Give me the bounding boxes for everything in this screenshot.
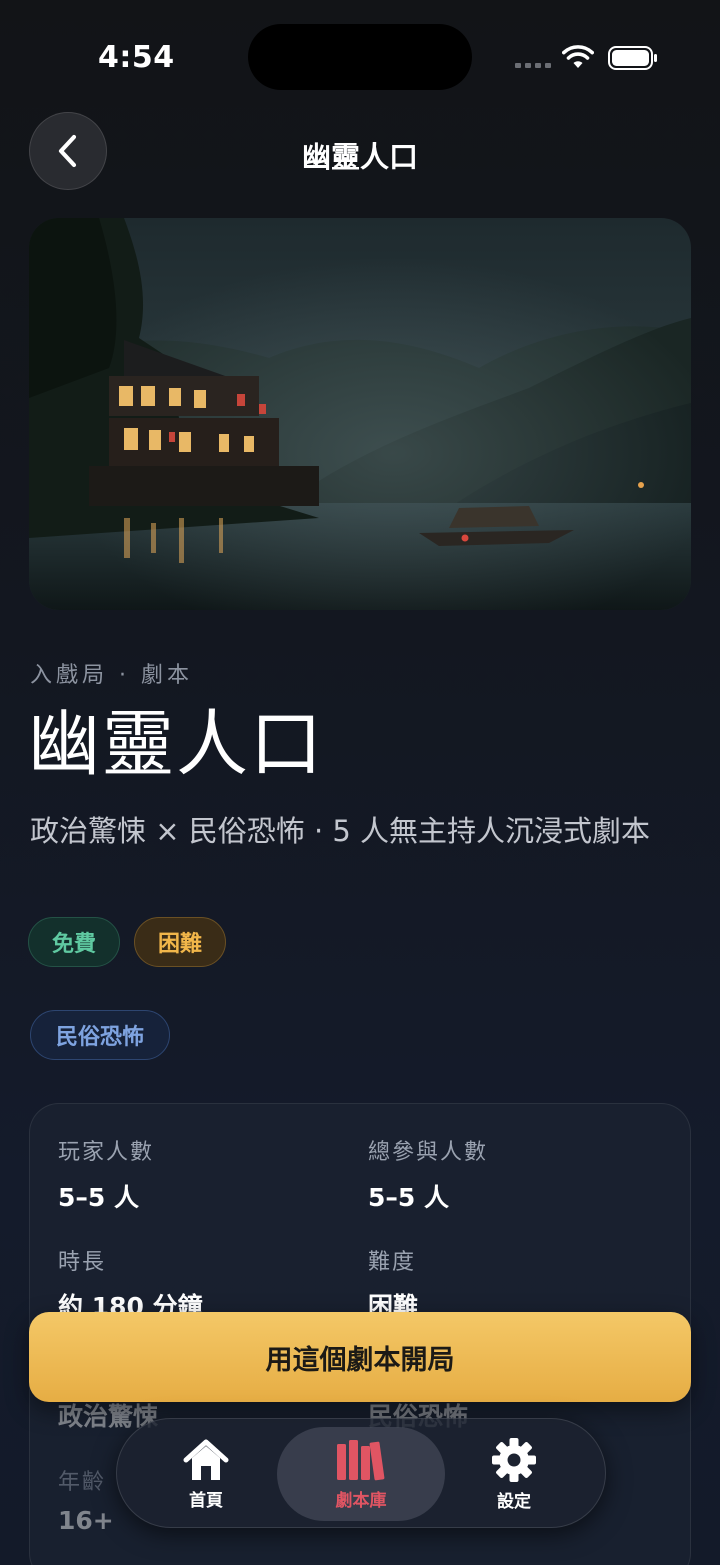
participants-value: 5–5 人 xyxy=(368,1183,449,1212)
script-cover-image xyxy=(29,218,691,610)
dynamic-island xyxy=(248,24,472,90)
tab-home-label: 首頁 xyxy=(189,1490,223,1511)
tab-home[interactable]: 首頁 xyxy=(161,1419,251,1529)
tab-bar: 首頁 劇本庫 設定 xyxy=(116,1418,606,1528)
cellular-signal-icon xyxy=(515,63,551,68)
battery-icon xyxy=(608,46,657,70)
tab-library-label: 劇本庫 xyxy=(335,1490,387,1511)
header-title: 幽靈人口 xyxy=(301,140,418,174)
breadcrumb-meta: 入戲局 · 劇本 xyxy=(30,663,193,688)
players-value: 5–5 人 xyxy=(58,1183,139,1212)
tab-settings-label: 設定 xyxy=(497,1491,531,1512)
tab-library[interactable]: 劇本庫 xyxy=(277,1427,445,1521)
books-icon xyxy=(337,1439,385,1480)
difficulty-label: 難度 xyxy=(368,1250,417,1275)
tab-settings[interactable]: 設定 xyxy=(469,1419,559,1529)
price-badge: 免費 xyxy=(28,917,120,967)
difficulty-badge: 困難 xyxy=(134,917,226,967)
status-time: 4:54 xyxy=(98,40,175,75)
players-label: 玩家人數 xyxy=(58,1140,155,1165)
script-title: 幽靈人口 xyxy=(28,702,325,786)
age-value: 16+ xyxy=(58,1506,114,1535)
home-icon xyxy=(183,1439,229,1480)
participants-label: 總參與人數 xyxy=(368,1140,489,1165)
script-subtitle: 政治驚悚 × 民俗恐怖 · 5 人無主持人沉浸式劇本 xyxy=(30,814,651,848)
wifi-icon xyxy=(562,45,594,68)
genre-tag[interactable]: 民俗恐怖 xyxy=(30,1010,170,1060)
age-label: 年齡 xyxy=(58,1470,107,1495)
start-game-button[interactable]: 用這個劇本開局 xyxy=(29,1312,691,1402)
duration-label: 時長 xyxy=(58,1250,107,1275)
gear-icon xyxy=(492,1437,536,1482)
